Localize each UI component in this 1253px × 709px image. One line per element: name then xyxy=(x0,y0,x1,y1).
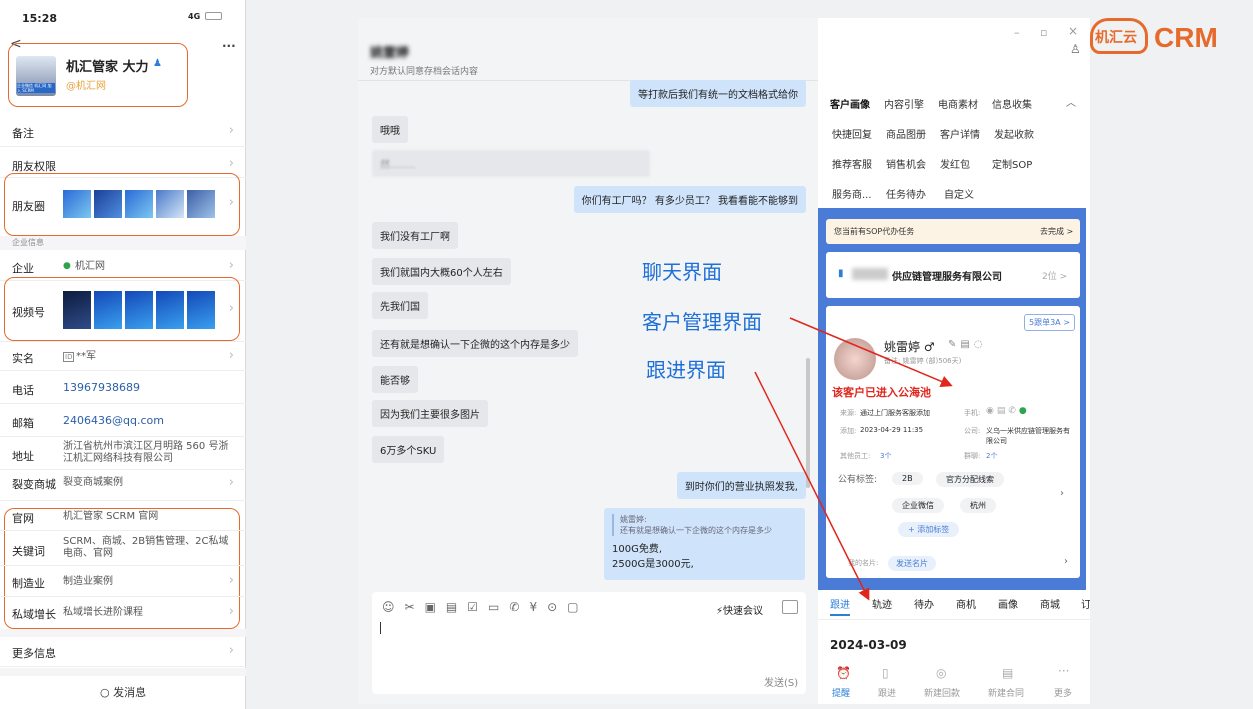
arrow-to-follow-tabs xyxy=(754,371,870,601)
annotation-arrows xyxy=(754,317,953,601)
arrow-to-customer-card xyxy=(789,317,953,388)
